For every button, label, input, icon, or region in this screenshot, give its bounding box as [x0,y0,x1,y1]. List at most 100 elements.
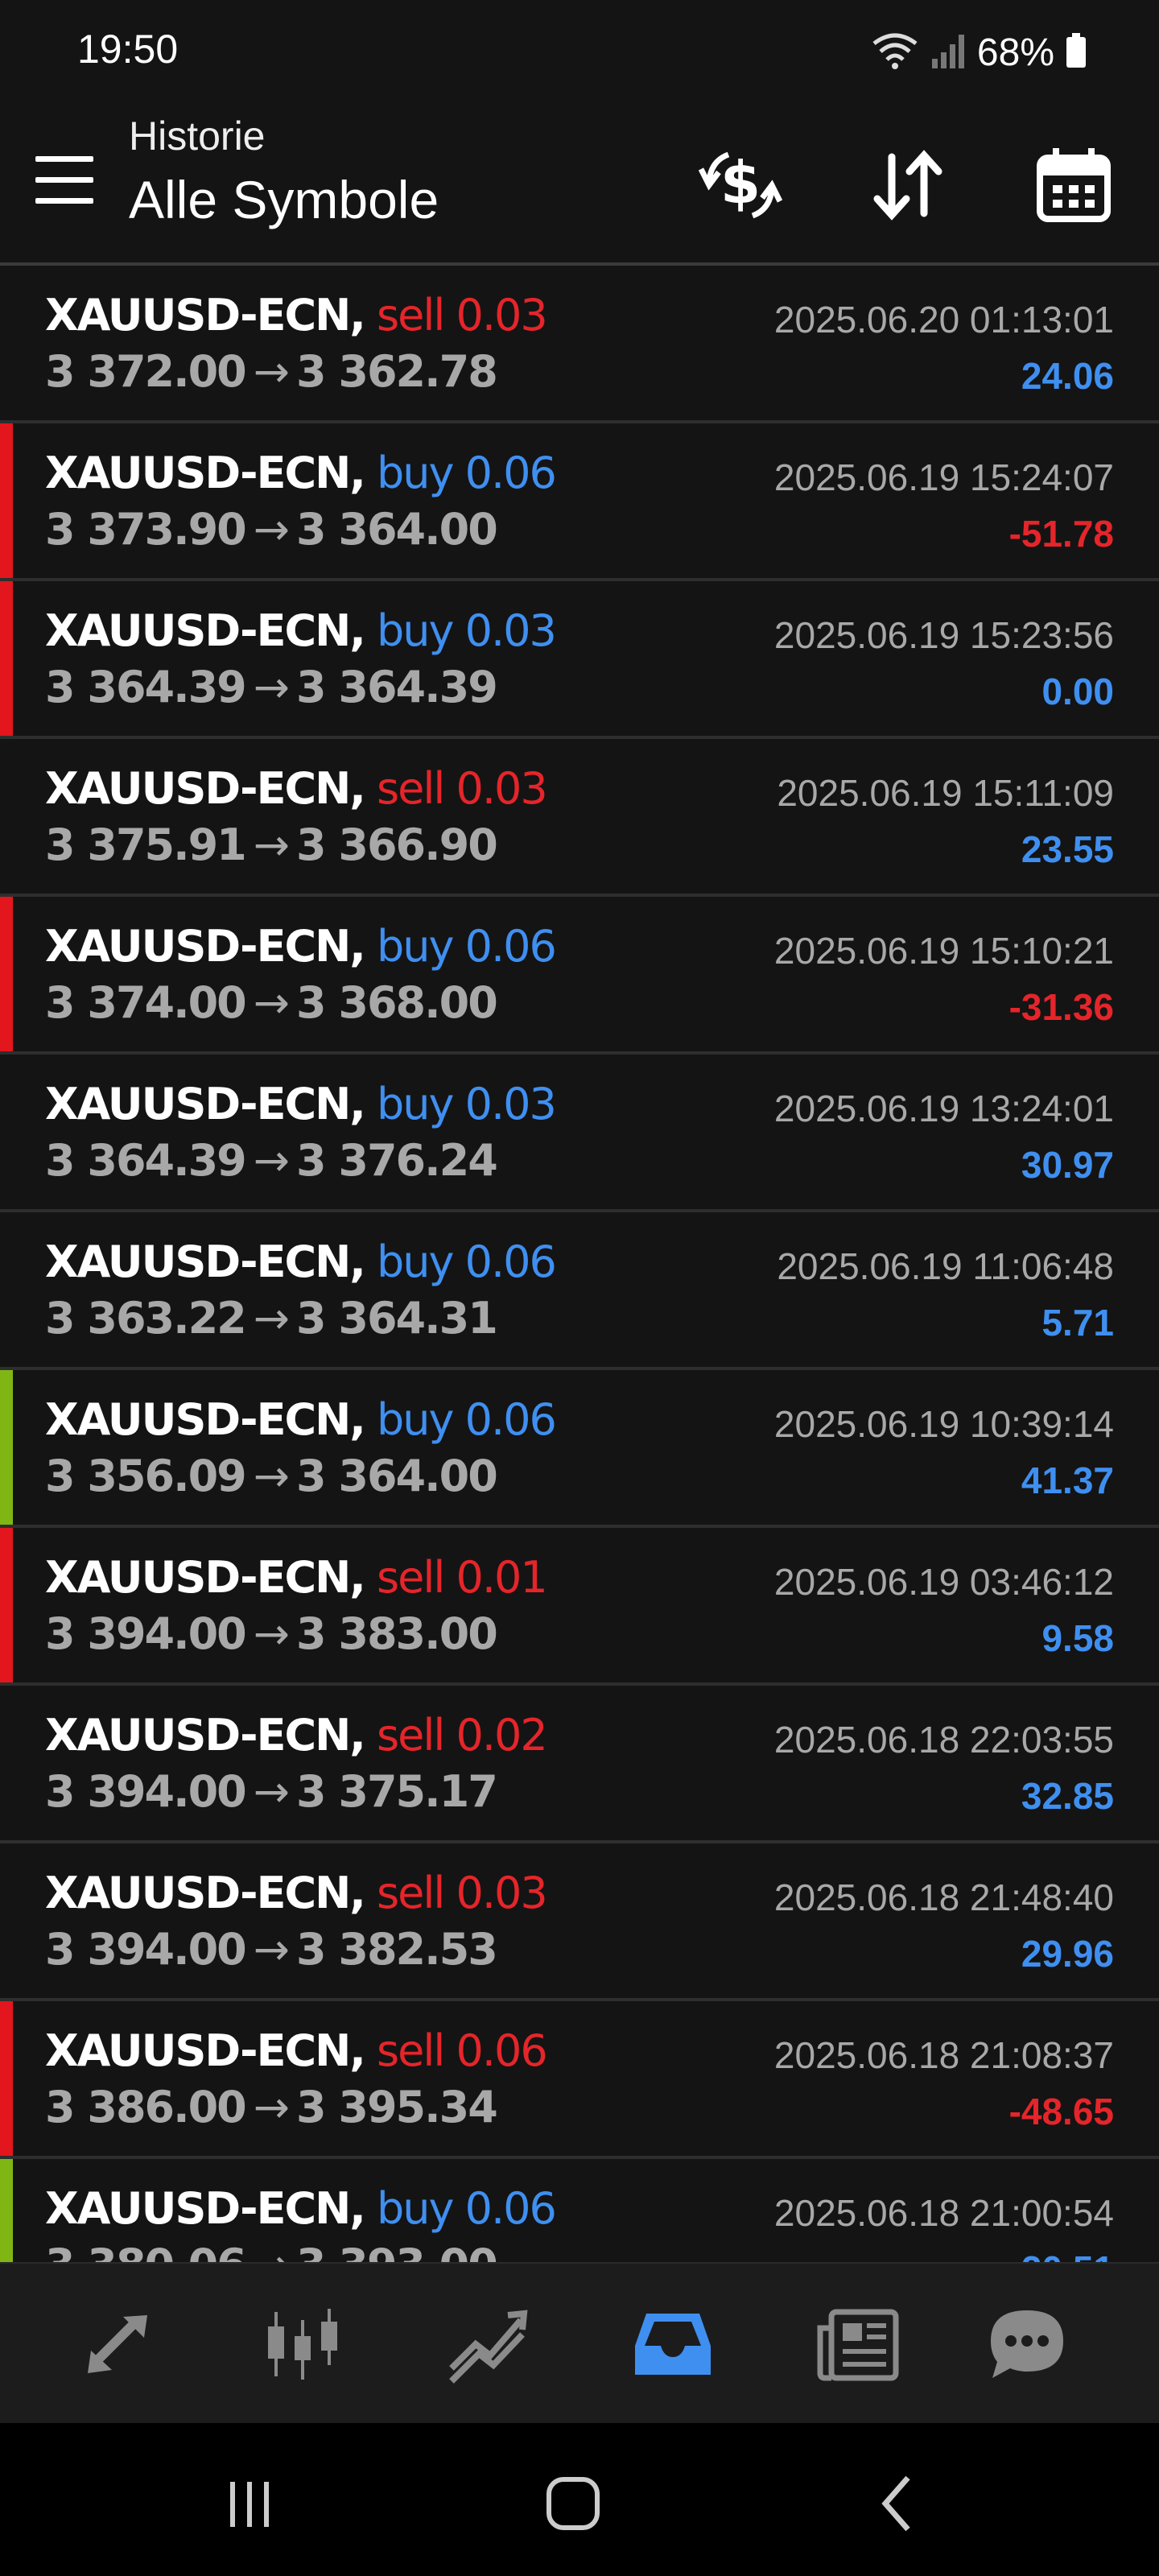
trade-prices: 3 364.39 → 3 364.39 [45,662,498,712]
trade-side-volume: buy 0.03 [377,1079,557,1129]
trade-symbol: XAUUSD-ECN, [45,1394,366,1445]
trade-profit: 5.71 [1041,1302,1114,1344]
trade-row[interactable]: XAUUSD-ECN, buy 0.06 3 374.00 → 3 368.00 202… [0,897,1159,1055]
trade-title: XAUUSD-ECN, sell 0.03 [45,1868,548,1918]
trade-title: XAUUSD-ECN, sell 0.03 [45,290,548,341]
trade-side-volume: buy 0.06 [377,448,557,498]
trade-prices: 3 386.00 → 3 395.34 [45,2082,498,2132]
arrow-right-icon: → [253,662,290,712]
signal-icon [930,31,966,74]
trade-row[interactable]: XAUUSD-ECN, sell 0.03 3 372.00 → 3 362.78 20… [0,266,1159,423]
trade-title: XAUUSD-ECN, sell 0.06 [45,2025,548,2076]
trade-icon[interactable] [69,2296,166,2392]
trade-side-volume: buy 0.06 [377,2183,557,2234]
trade-datetime: 2025.06.19 10:39:14 [773,1403,1114,1445]
bottom-navigation [0,2262,1159,2423]
trade-side-volume: sell 0.03 [377,1868,548,1918]
arrow-right-icon: → [253,819,290,870]
sl-tp-indicator-bar [0,1528,13,1682]
sl-tp-indicator-bar [0,2001,13,2156]
trade-datetime: 2025.06.18 21:00:54 [773,2192,1114,2234]
page-title[interactable]: Alle Symbole [129,169,439,230]
trade-profit: 41.37 [1021,1459,1114,1501]
trade-row[interactable]: XAUUSD-ECN, sell 0.03 3 375.91 → 3 366.90 20… [0,739,1159,897]
close-price: 3 362.78 [296,346,498,397]
home-icon[interactable] [533,2463,613,2544]
trade-profit: 24.06 [1021,355,1114,397]
trade-row[interactable]: XAUUSD-ECN, buy 0.06 3 356.09 → 3 364.00 202… [0,1370,1159,1528]
trade-title: XAUUSD-ECN, sell 0.03 [45,763,548,814]
trade-row[interactable]: XAUUSD-ECN, sell 0.02 3 394.00 → 3 375.17 20… [0,1686,1159,1843]
quotes-candles-icon[interactable] [254,2296,351,2392]
arrow-right-icon: → [253,1293,290,1344]
trade-row[interactable]: XAUUSD-ECN, sell 0.06 3 386.00 → 3 395.34 20… [0,2001,1159,2159]
trade-datetime: 2025.06.20 01:13:01 [773,299,1114,341]
chart-icon[interactable] [439,2296,536,2392]
trade-title: XAUUSD-ECN, buy 0.03 [45,605,557,656]
chat-icon[interactable] [979,2296,1075,2392]
trade-profit: -31.36 [1008,986,1114,1028]
close-price: 3 364.00 [296,504,498,555]
header-subtitle: Historie [129,114,266,159]
close-price: 3 376.24 [296,1135,498,1186]
close-price: 3 382.53 [296,1924,498,1975]
arrow-right-icon: → [253,977,290,1028]
trade-datetime: 2025.06.19 11:06:48 [777,1245,1114,1287]
arrow-right-icon: → [253,504,290,555]
trade-title: XAUUSD-ECN, buy 0.06 [45,2183,557,2234]
menu-icon[interactable] [32,153,97,209]
trade-prices: 3 374.00 → 3 368.00 [45,977,498,1028]
battery-percent: 68% [976,31,1054,74]
trade-symbol: XAUUSD-ECN, [45,448,366,498]
trade-datetime: 2025.06.19 15:23:56 [773,614,1114,656]
trade-symbol: XAUUSD-ECN, [45,1552,366,1603]
history-inbox-icon[interactable] [625,2296,721,2392]
open-price: 3 374.00 [45,977,247,1028]
trade-prices: 3 394.00 → 3 383.00 [45,1608,498,1659]
trade-row[interactable]: XAUUSD-ECN, sell 0.01 3 394.00 → 3 383.00 20… [0,1528,1159,1686]
sort-icon[interactable] [860,137,956,233]
trade-symbol: XAUUSD-ECN, [45,2183,366,2234]
calendar-icon[interactable] [1025,137,1122,233]
close-price: 3 366.90 [296,819,498,870]
trade-row[interactable]: XAUUSD-ECN, sell 0.03 3 394.00 → 3 382.53 20… [0,1843,1159,2001]
trade-prices: 3 373.90 → 3 364.00 [45,504,498,555]
recent-apps-icon[interactable] [209,2463,290,2544]
news-icon[interactable] [810,2296,906,2392]
trade-title: XAUUSD-ECN, buy 0.06 [45,1394,557,1445]
arrow-right-icon: → [253,1451,290,1501]
close-price: 3 368.00 [296,977,498,1028]
close-price: 3 364.39 [296,662,498,712]
trade-row[interactable]: XAUUSD-ECN, buy 0.06 3 380.06→3 393.00 202… [0,2159,1159,2262]
trade-profit: -51.78 [1008,513,1114,555]
trade-row[interactable]: XAUUSD-ECN, buy 0.03 3 364.39 → 3 376.24 202… [0,1055,1159,1212]
arrow-right-icon: → [245,2240,296,2262]
trade-row[interactable]: XAUUSD-ECN, buy 0.03 3 364.39 → 3 364.39 202… [0,581,1159,739]
trade-side-volume: sell 0.06 [377,2025,548,2076]
trade-history-list[interactable]: XAUUSD-ECN, sell 0.03 3 372.00 → 3 362.78 20… [0,266,1159,2262]
trade-side-volume: sell 0.01 [377,1552,548,1603]
currency-exchange-icon[interactable]: $ [692,137,789,233]
back-icon[interactable] [858,2463,938,2544]
trade-side-volume: buy 0.06 [377,921,557,972]
trade-prices: 3 380.06→3 393.00 [45,2240,498,2262]
trade-symbol: XAUUSD-ECN, [45,1710,366,1761]
arrow-right-icon: → [253,1766,290,1817]
trade-title: XAUUSD-ECN, buy 0.06 [45,448,557,498]
trade-row[interactable]: XAUUSD-ECN, buy 0.06 3 363.22 → 3 364.31 202… [0,1212,1159,1370]
trade-prices: 3 375.91 → 3 366.90 [45,819,498,870]
open-price: 3 373.90 [45,504,247,555]
trade-profit: 0.00 [1041,671,1114,712]
trade-row[interactable]: XAUUSD-ECN, buy 0.06 3 373.90 → 3 364.00 202… [0,423,1159,581]
sl-tp-indicator-bar [0,897,13,1051]
open-price: 3 364.39 [45,1135,247,1186]
trade-prices: 3 364.39 → 3 376.24 [45,1135,498,1186]
trade-title: XAUUSD-ECN, sell 0.01 [45,1552,548,1603]
trade-symbol: XAUUSD-ECN, [45,921,366,972]
close-price: 3 364.00 [296,1451,498,1501]
trade-datetime: 2025.06.19 15:24:07 [773,456,1114,498]
open-price: 3 394.00 [45,1608,247,1659]
system-navigation-bar [0,2423,1159,2576]
close-price: 3 395.34 [296,2082,498,2132]
trade-datetime: 2025.06.18 21:08:37 [773,2034,1114,2076]
